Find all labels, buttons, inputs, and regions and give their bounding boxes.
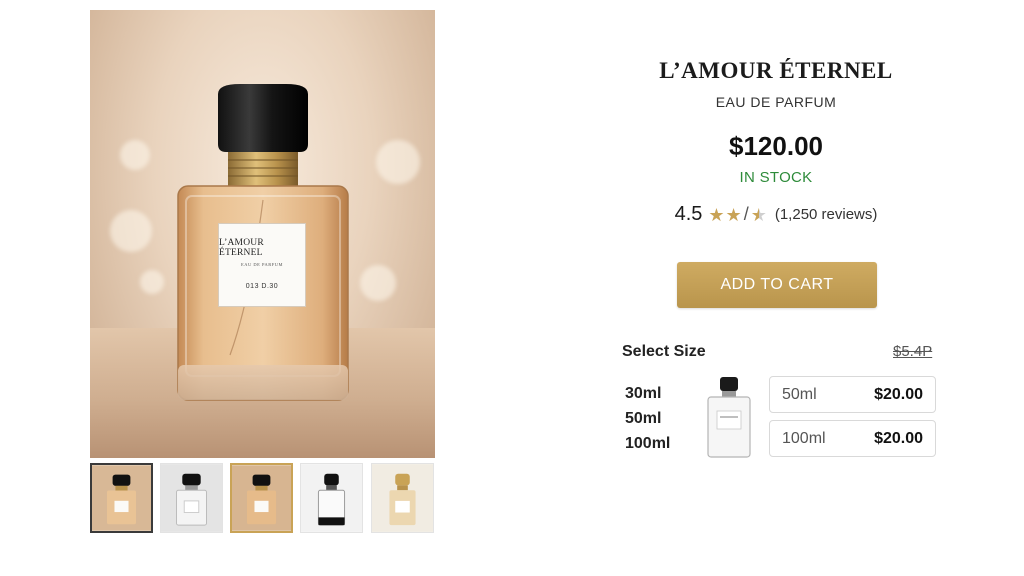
product-subtitle: EAU DE PARFUM xyxy=(715,94,837,110)
product-title: L’AMOUR ÉTERNEL xyxy=(659,58,893,83)
size-option-size: 100ml xyxy=(782,429,826,447)
thumbnail-5[interactable] xyxy=(371,463,434,533)
rating-score: 4.5 xyxy=(674,203,703,225)
thumbnail-strip xyxy=(90,463,435,533)
bottle-label-brand: L’AMOUR ÉTERNEL xyxy=(219,238,264,258)
star-half-icon: ★ xyxy=(750,204,767,225)
star-full-icon: ★ xyxy=(725,204,742,225)
product-price: $120.00 xyxy=(729,131,823,161)
star-full-icon: ★ xyxy=(708,204,725,225)
thumbnail-1[interactable] xyxy=(90,463,153,533)
stock-status: IN STOCK xyxy=(739,169,813,186)
size-option-price: $20.00 xyxy=(874,385,923,403)
review-count[interactable]: (1,250 reviews) xyxy=(775,206,878,223)
bottle-label: L’AMOUR ÉTERNEL EAU DE PARFUM 013 D.30 xyxy=(218,223,306,307)
size-list: 30ml 50ml 100ml xyxy=(625,381,670,456)
size-item[interactable]: 100ml xyxy=(625,431,670,456)
size-option-price: $20.00 xyxy=(874,429,923,447)
size-option-100ml[interactable]: 100ml $20.00 xyxy=(769,420,936,457)
bottle-label-subtitle: EAU DE PARFUM xyxy=(240,262,284,267)
size-preview-bottle-icon xyxy=(707,377,751,458)
select-size-label: Select Size xyxy=(622,343,706,360)
bottle-label-volume: 013 D.30 xyxy=(245,283,279,290)
thumbnail-2[interactable] xyxy=(160,463,223,533)
rating-row: 4.5 ★ ★ / ★ (1,250 reviews) xyxy=(620,203,932,226)
slash-separator: / xyxy=(743,204,749,224)
size-option-50ml[interactable]: 50ml $20.00 xyxy=(769,376,936,413)
add-to-cart-button[interactable]: ADD TO CART xyxy=(677,262,877,308)
main-product-image: L’AMOUR ÉTERNEL EAU DE PARFUM 013 D.30 xyxy=(90,10,435,458)
thumbnail-4[interactable] xyxy=(300,463,363,533)
size-item[interactable]: 30ml xyxy=(625,381,670,406)
old-price: $5.4P xyxy=(893,343,933,360)
size-item[interactable]: 50ml xyxy=(625,406,670,431)
thumbnail-3[interactable] xyxy=(230,463,293,533)
size-option-size: 50ml xyxy=(782,385,817,403)
rating-stars: ★ ★ / ★ xyxy=(708,204,766,225)
